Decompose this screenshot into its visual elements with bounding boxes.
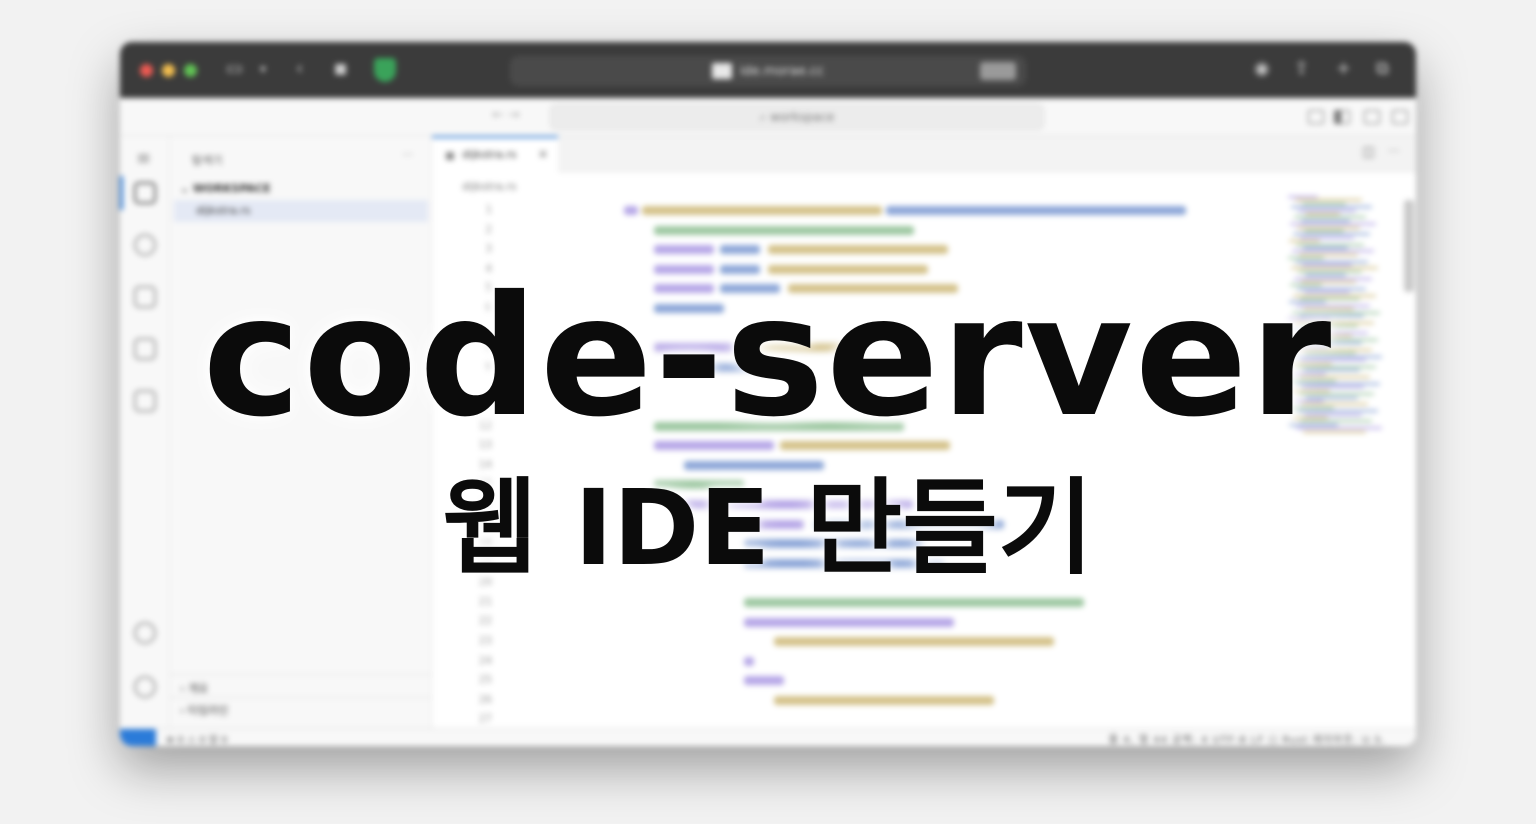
headline-title: code-server bbox=[202, 261, 1334, 454]
title-overlay: code-server 웹 IDE 만들기 bbox=[0, 0, 1536, 824]
headline-subtitle: 웹 IDE 만들기 bbox=[442, 467, 1094, 589]
